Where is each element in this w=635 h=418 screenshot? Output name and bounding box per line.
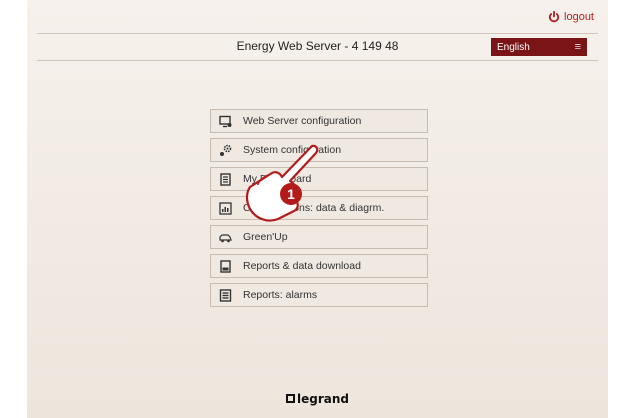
language-value: English (497, 41, 530, 53)
header-divider-top (37, 33, 598, 34)
menu-item-web-server-configuration[interactable]: Web Server configuration (210, 109, 428, 133)
menu-item-greenup[interactable]: Green'Up (210, 225, 428, 249)
logout-label: logout (564, 11, 594, 23)
page-title: Energy Web Server - 4 149 48 (236, 39, 399, 53)
car-plug-icon (211, 231, 239, 244)
language-select[interactable]: English ≡ (491, 38, 587, 56)
report-alarm-icon (211, 288, 239, 302)
header-divider-bottom (37, 60, 598, 61)
menu-item-label: Reports: alarms (243, 289, 318, 301)
menu-item-label: Reports & data download (243, 260, 361, 272)
monitor-gear-icon (211, 115, 239, 128)
legrand-logo: legrand (27, 390, 608, 408)
logout-button[interactable]: logout (548, 11, 594, 23)
power-icon (548, 11, 560, 23)
hamburger-icon: ≡ (574, 40, 581, 53)
report-download-icon (211, 259, 239, 273)
step-number: 1 (287, 186, 295, 202)
menu-item-reports-alarms[interactable]: Reports: alarms (210, 283, 428, 307)
menu-item-label: Green'Up (243, 231, 288, 243)
logo-square-icon (286, 394, 295, 403)
pointing-hand-icon: 1 (245, 144, 319, 222)
brand-name: legrand (297, 391, 349, 406)
menu-item-reports-data-download[interactable]: Reports & data download (210, 254, 428, 278)
menu-item-label: Web Server configuration (243, 115, 362, 127)
